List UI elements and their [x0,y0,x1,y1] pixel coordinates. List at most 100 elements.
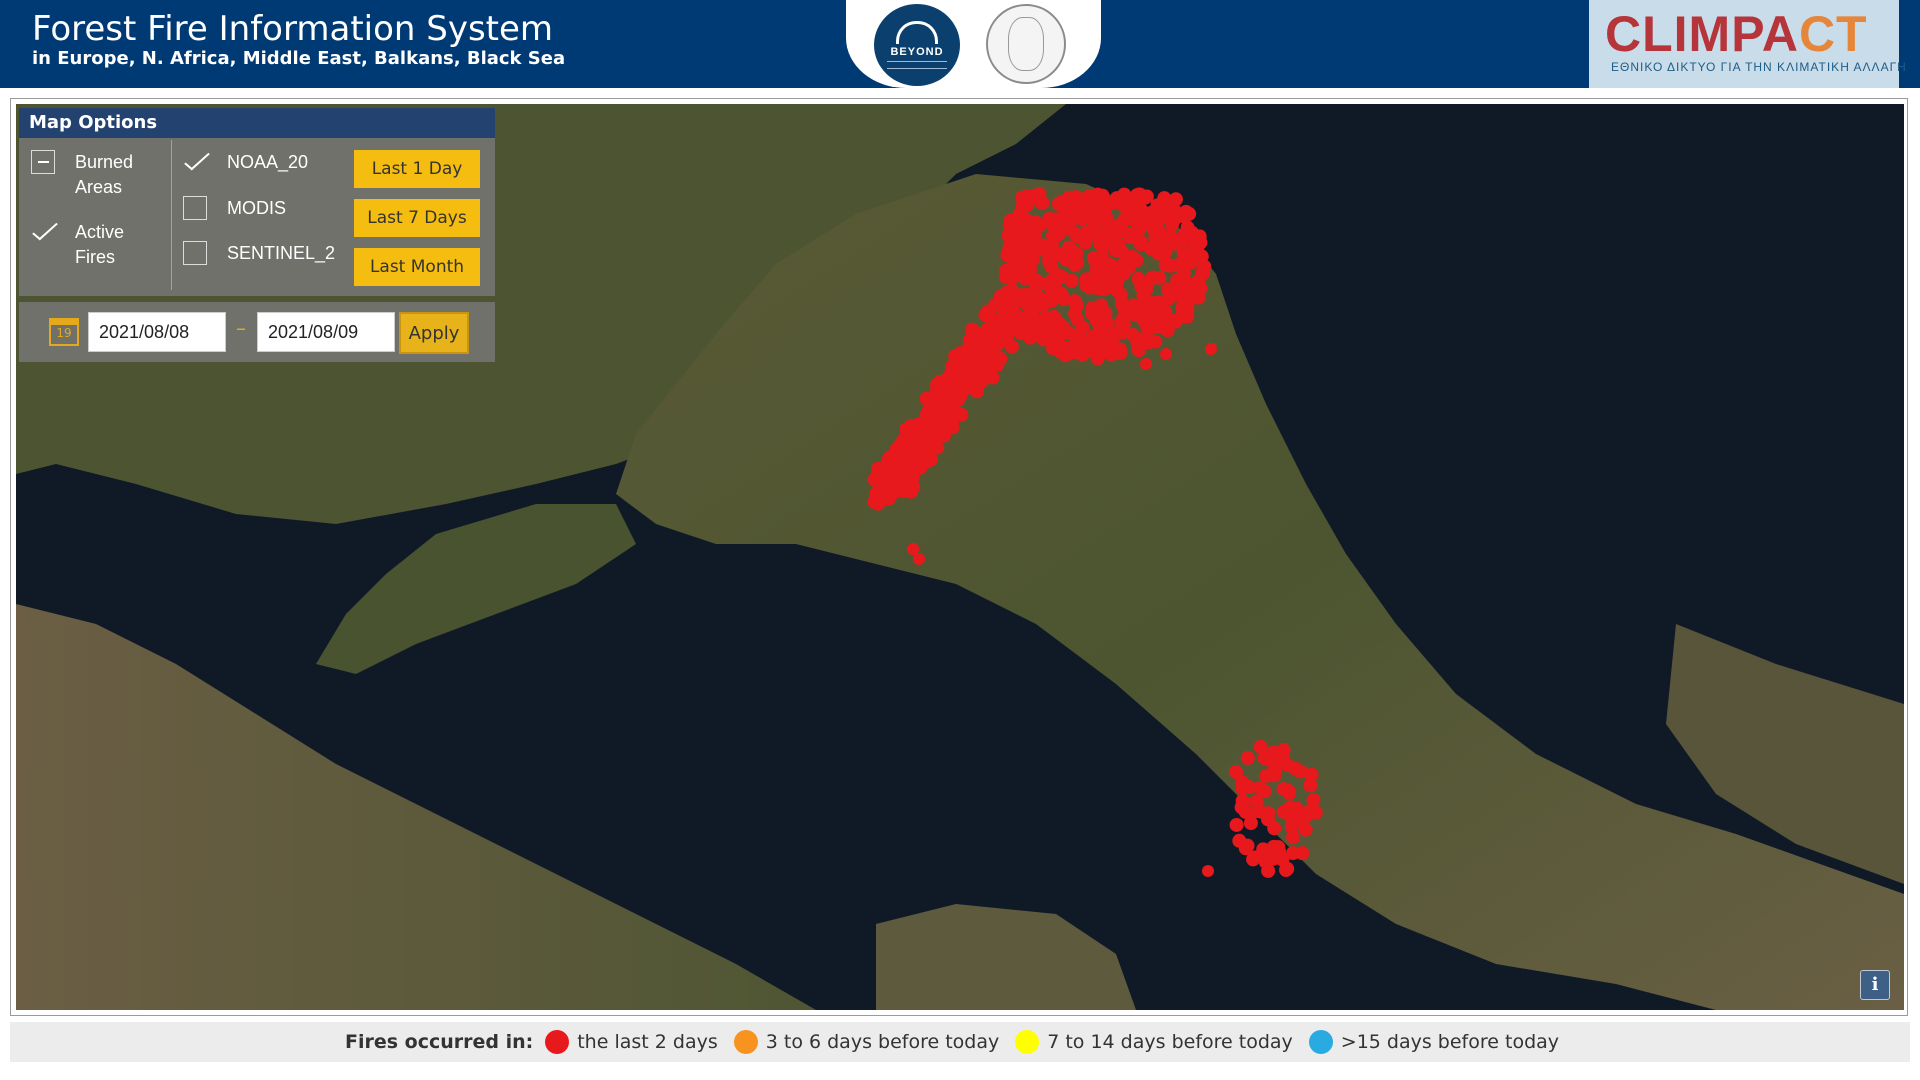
fire-detection-point[interactable] [1049,287,1064,302]
fire-detection-point[interactable] [1095,188,1110,203]
fire-detection-point[interactable] [1101,231,1116,246]
observatory-seal-icon[interactable] [986,4,1066,84]
fire-detection-point[interactable] [1079,278,1094,293]
fire-detection-point[interactable] [1189,285,1204,300]
fire-detection-point[interactable] [1069,298,1084,313]
fire-detection-point[interactable] [1268,840,1283,855]
fire-detection-point[interactable] [950,392,965,407]
fire-detection-point[interactable] [1014,205,1029,220]
last-1-day-button[interactable]: Last 1 Day [354,150,480,188]
fire-detection-point[interactable] [1027,275,1042,290]
fire-detection-point[interactable] [1160,348,1172,360]
fire-detection-point[interactable] [1026,252,1041,267]
fire-detection-point[interactable] [1167,234,1182,249]
layer-burned-areas[interactable]: Burned Areas [31,150,145,200]
fire-detection-point[interactable] [1175,290,1190,305]
fire-detection-point[interactable] [1025,217,1040,232]
fire-detection-point[interactable] [1094,249,1109,264]
fire-detection-point[interactable] [1062,240,1077,255]
active-fires-checkbox[interactable] [31,220,55,244]
fire-detection-point[interactable] [1116,317,1131,332]
fire-detection-point[interactable] [1280,861,1295,876]
fire-detection-point[interactable] [1160,282,1175,297]
fire-detection-point[interactable] [1205,343,1217,355]
layer-active-fires[interactable]: Active Fires [31,220,145,270]
fire-detection-point[interactable] [1114,244,1129,259]
noaa20-checkbox[interactable] [183,150,207,174]
fire-detection-point[interactable] [990,357,1005,372]
modis-checkbox[interactable] [183,196,207,220]
fire-detection-point[interactable] [1038,243,1053,258]
fire-detection-point[interactable] [1132,187,1147,202]
fire-detection-point[interactable] [1095,204,1110,219]
fire-detection-point[interactable] [1146,270,1161,285]
fire-detection-point[interactable] [1002,244,1017,259]
fire-detection-point[interactable] [1240,750,1255,765]
fire-detection-point[interactable] [1061,197,1076,212]
fire-detection-point[interactable] [941,378,956,393]
fire-detection-point[interactable] [1242,780,1257,795]
info-icon[interactable]: i [1860,970,1890,1000]
fire-detection-point[interactable] [935,413,950,428]
last-month-button[interactable]: Last Month [354,248,480,286]
fire-detection-point[interactable] [1276,782,1291,797]
fire-detection-point[interactable] [1116,198,1131,213]
sensor-noaa20[interactable]: NOAA_20 [183,150,308,175]
fire-detection-point[interactable] [935,390,950,405]
fire-detection-point[interactable] [974,374,989,389]
fire-detection-point[interactable] [1064,273,1079,288]
fire-detection-point[interactable] [1153,319,1168,334]
fire-detection-point[interactable] [1053,323,1068,338]
fire-detection-point[interactable] [1094,309,1109,324]
fire-detection-point[interactable] [1152,299,1167,314]
sensor-modis[interactable]: MODIS [183,196,286,221]
fire-detection-point[interactable] [1229,817,1244,832]
fire-detection-point[interactable] [1044,259,1059,274]
fire-detection-point[interactable] [1045,273,1060,288]
fire-detection-point[interactable] [919,408,934,423]
fire-detection-point[interactable] [945,359,960,374]
end-date-input[interactable] [257,312,395,352]
fire-detection-point[interactable] [1073,230,1088,245]
fire-detection-point[interactable] [901,429,916,444]
fire-detection-point[interactable] [1202,865,1214,877]
fire-detection-point[interactable] [1138,317,1153,332]
fire-detection-point[interactable] [1261,806,1276,821]
fire-detection-point[interactable] [913,553,925,565]
fire-detection-point[interactable] [1019,297,1034,312]
fire-detection-point[interactable] [1098,274,1113,289]
fire-detection-point[interactable] [907,543,919,555]
fire-detection-point[interactable] [1139,282,1154,297]
fire-detection-point[interactable] [1267,768,1282,783]
fire-detection-point[interactable] [960,342,975,357]
start-date-input[interactable] [88,312,226,352]
fire-detection-point[interactable] [1175,208,1190,223]
fire-detection-point[interactable] [925,427,940,442]
fire-detection-point[interactable] [1286,830,1301,845]
fire-detection-point[interactable] [978,307,993,322]
sentinel2-checkbox[interactable] [183,241,207,265]
fire-detection-point[interactable] [1072,328,1087,343]
fire-detection-point[interactable] [1276,804,1291,819]
fire-detection-point[interactable] [996,332,1011,347]
fire-detection-point[interactable] [867,494,882,509]
fire-detection-point[interactable] [988,320,1003,335]
fire-detection-point[interactable] [906,458,921,473]
fire-detection-point[interactable] [1176,266,1191,281]
fire-detection-point[interactable] [1082,188,1097,203]
fire-detection-point[interactable] [1114,219,1129,234]
fire-detection-point[interactable] [1267,821,1282,836]
fire-detection-point[interactable] [1188,243,1203,258]
fire-detection-point[interactable] [1192,229,1207,244]
fire-detection-point[interactable] [1293,764,1308,779]
fire-detection-point[interactable] [1128,224,1143,239]
climpact-logo[interactable]: CLIMPACT ΕΘΝΙΚΟ ΔΙΚΤΥΟ ΓΙΑ ΤΗΝ ΚΛΙΜΑΤΙΚΗ… [1589,0,1906,88]
fire-detection-point[interactable] [1145,205,1160,220]
fire-detection-point[interactable] [1005,299,1020,314]
fire-detection-point[interactable] [1308,805,1323,820]
fire-detection-point[interactable] [1240,838,1255,853]
fire-detection-point[interactable] [1175,308,1190,323]
apply-button[interactable]: Apply [399,312,469,354]
fire-detection-point[interactable] [1163,258,1178,273]
calendar-icon[interactable]: 19 [49,318,79,346]
